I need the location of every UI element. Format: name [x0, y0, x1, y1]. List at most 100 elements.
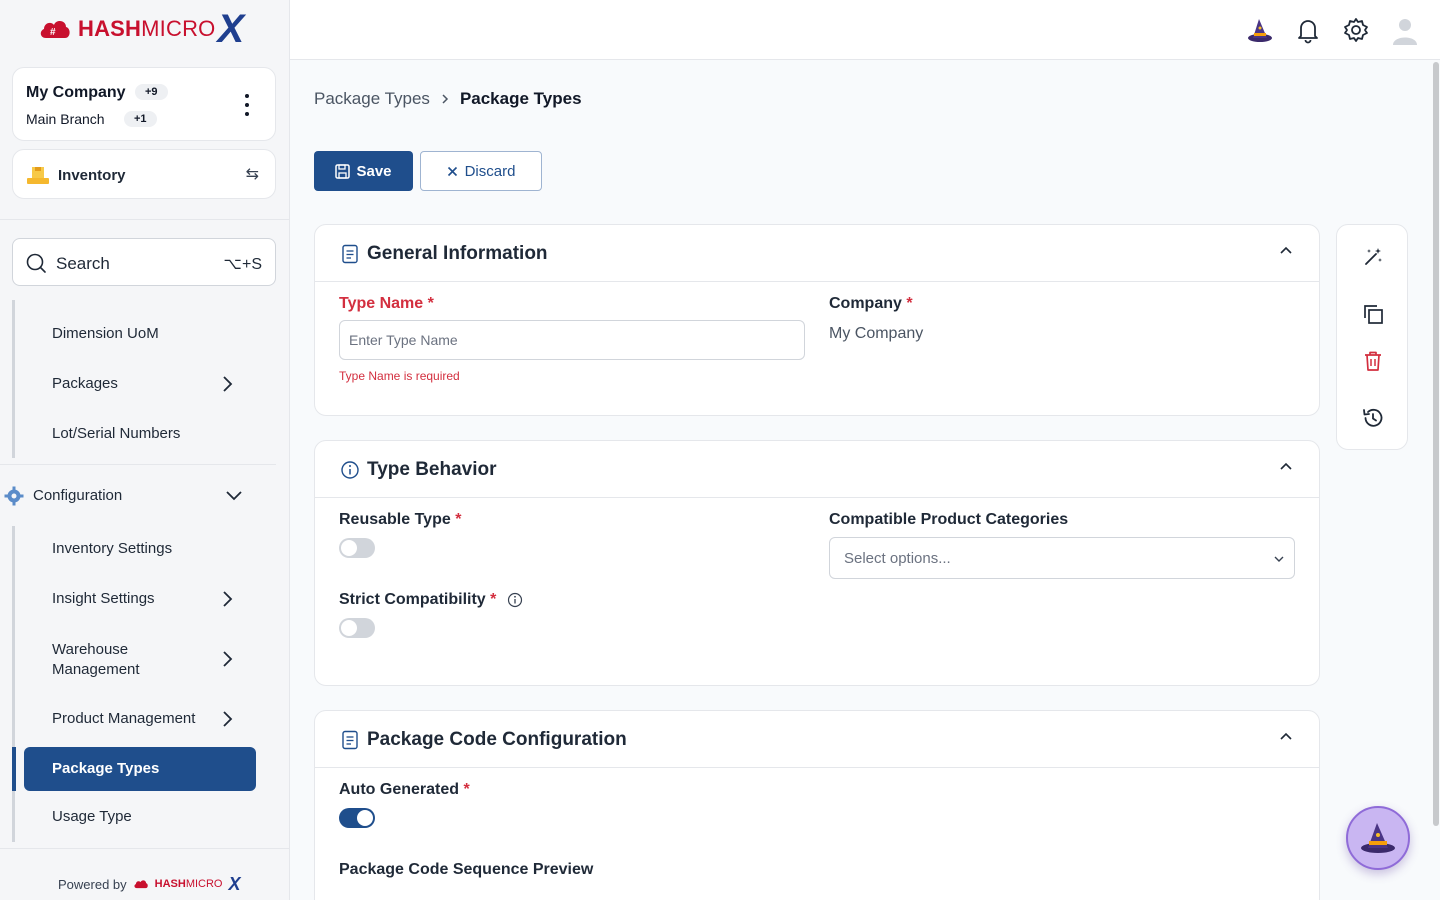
swap-icon[interactable]: ⇆	[246, 164, 259, 184]
close-icon	[447, 166, 457, 176]
history-icon[interactable]	[1361, 406, 1385, 430]
search-label: Search	[56, 254, 110, 273]
wizard-hat-icon[interactable]	[1246, 16, 1274, 44]
chevron-down-icon	[226, 491, 242, 501]
sidebar-item-dimension-uom[interactable]: Dimension UoM	[52, 325, 159, 342]
company-count-badge: +9	[135, 84, 168, 100]
chevron-up-icon[interactable]	[1279, 245, 1293, 255]
sidebar-item-inventory-settings[interactable]: Inventory Settings	[52, 540, 172, 557]
breadcrumb-parent[interactable]: Package Types	[314, 89, 430, 109]
save-label: Save	[356, 162, 392, 180]
info-icon[interactable]	[507, 592, 523, 608]
top-bar	[290, 0, 1440, 60]
bell-icon[interactable]	[1294, 16, 1322, 44]
document-icon	[342, 730, 358, 750]
sequence-preview-label: Package Code Sequence Preview	[339, 861, 594, 878]
sidebar-item-usage-type[interactable]: Usage Type	[52, 808, 132, 825]
powered-brand-name: HASHMICRO	[154, 878, 223, 890]
section-general-information: General Information Type Name * Type Nam…	[314, 224, 1320, 416]
brand-name: HASHMICRO	[78, 16, 216, 41]
section-header[interactable]: General Information	[315, 225, 1319, 282]
branch-count-badge: +1	[124, 111, 157, 127]
record-actions-panel	[1336, 224, 1408, 450]
sidebar-item-label: Package Types	[52, 760, 160, 777]
sidebar-divider	[0, 464, 276, 465]
section-title: General Information	[367, 243, 548, 264]
section-header[interactable]: Package Code Configuration	[315, 711, 1319, 768]
wizard-hat-icon	[1361, 823, 1395, 853]
brand-cloud-icon: #	[40, 21, 70, 38]
sidebar-divider	[0, 848, 289, 849]
discard-button[interactable]: Discard	[420, 151, 542, 191]
duplicate-icon[interactable]	[1361, 302, 1385, 326]
info-icon	[341, 461, 359, 479]
auto-generated-label: Auto Generated *	[339, 781, 470, 798]
document-icon	[342, 244, 358, 264]
trash-icon[interactable]	[1361, 349, 1385, 373]
scrollbar-thumb[interactable]	[1433, 62, 1439, 826]
type-name-label: Type Name *	[339, 295, 434, 312]
svg-text:#: #	[50, 27, 56, 38]
select-placeholder: Select options...	[844, 550, 951, 567]
sidebar-divider	[0, 219, 289, 220]
chevron-right-icon	[442, 94, 448, 104]
active-indicator	[12, 747, 16, 791]
configuration-label: Configuration	[33, 487, 123, 504]
section-header[interactable]: Type Behavior	[315, 441, 1319, 498]
gear-icon[interactable]	[1342, 16, 1370, 44]
section-package-code-configuration: Package Code Configuration Auto Generate…	[314, 710, 1320, 900]
search-icon	[26, 253, 46, 273]
sidebar-item-warehouse-management[interactable]: Warehouse Management	[52, 640, 182, 680]
magic-wand-icon[interactable]	[1361, 245, 1385, 269]
compatible-categories-select[interactable]: Select options...	[829, 537, 1295, 579]
company-label: Company *	[829, 295, 913, 312]
section-type-behavior: Type Behavior Reusable Type * Compatible…	[314, 440, 1320, 686]
branch-name: Main Branch	[26, 111, 105, 127]
powered-by-label: Powered by	[58, 876, 127, 892]
search-shortcut: ⌥+S	[223, 256, 262, 273]
reusable-type-toggle[interactable]	[339, 538, 375, 558]
breadcrumb: Package Types Package Types	[314, 89, 582, 109]
brand-cloud-icon	[134, 880, 148, 889]
inventory-icon	[27, 167, 49, 184]
compatible-categories-label: Compatible Product Categories	[829, 511, 1069, 528]
chevron-right-icon[interactable]	[220, 589, 234, 609]
sidebar-item-lot-serial[interactable]: Lot/Serial Numbers	[52, 425, 180, 442]
chevron-up-icon[interactable]	[1279, 731, 1293, 741]
sidebar-group-configuration[interactable]: Configuration	[4, 484, 250, 508]
nav-tree-line	[12, 300, 15, 458]
avatar[interactable]	[1390, 15, 1420, 45]
strict-compatibility-toggle[interactable]	[339, 618, 375, 638]
chevron-right-icon[interactable]	[220, 374, 234, 394]
section-title: Package Code Configuration	[367, 729, 627, 750]
gear-icon	[4, 486, 24, 506]
floppy-icon	[335, 163, 351, 179]
powered-brand-mark: X	[228, 874, 241, 894]
module-switcher[interactable]: Inventory ⇆	[12, 149, 276, 199]
chevron-down-icon	[1274, 556, 1284, 562]
page-scrollbar[interactable]	[1430, 60, 1440, 900]
auto-generated-toggle[interactable]	[339, 808, 375, 828]
discard-label: Discard	[464, 162, 516, 180]
assistant-button[interactable]	[1346, 806, 1410, 870]
powered-by: Powered by HASHMICRO X	[58, 875, 241, 893]
brand-logo[interactable]: # HASHMICRO X	[38, 8, 244, 50]
nav-tree-line	[12, 526, 15, 842]
chevron-up-icon[interactable]	[1279, 461, 1293, 471]
module-label: Inventory	[58, 167, 126, 184]
type-name-input[interactable]	[339, 320, 805, 360]
sidebar-item-insight-settings[interactable]: Insight Settings	[52, 590, 155, 607]
search-input[interactable]: Search ⌥+S	[12, 238, 276, 286]
more-options-icon[interactable]	[237, 94, 257, 116]
chevron-right-icon[interactable]	[220, 649, 234, 669]
save-button[interactable]: Save	[314, 151, 413, 191]
reusable-type-label: Reusable Type *	[339, 511, 462, 528]
section-title: Type Behavior	[367, 459, 497, 480]
company-value: My Company	[829, 325, 924, 342]
company-switcher[interactable]: My Company +9 Main Branch +1	[12, 67, 276, 141]
type-name-error: Type Name is required	[339, 369, 460, 383]
sidebar-item-product-management[interactable]: Product Management	[52, 710, 195, 727]
sidebar-item-packages[interactable]: Packages	[52, 375, 118, 392]
company-name: My Company	[26, 84, 126, 101]
chevron-right-icon[interactable]	[220, 709, 234, 729]
